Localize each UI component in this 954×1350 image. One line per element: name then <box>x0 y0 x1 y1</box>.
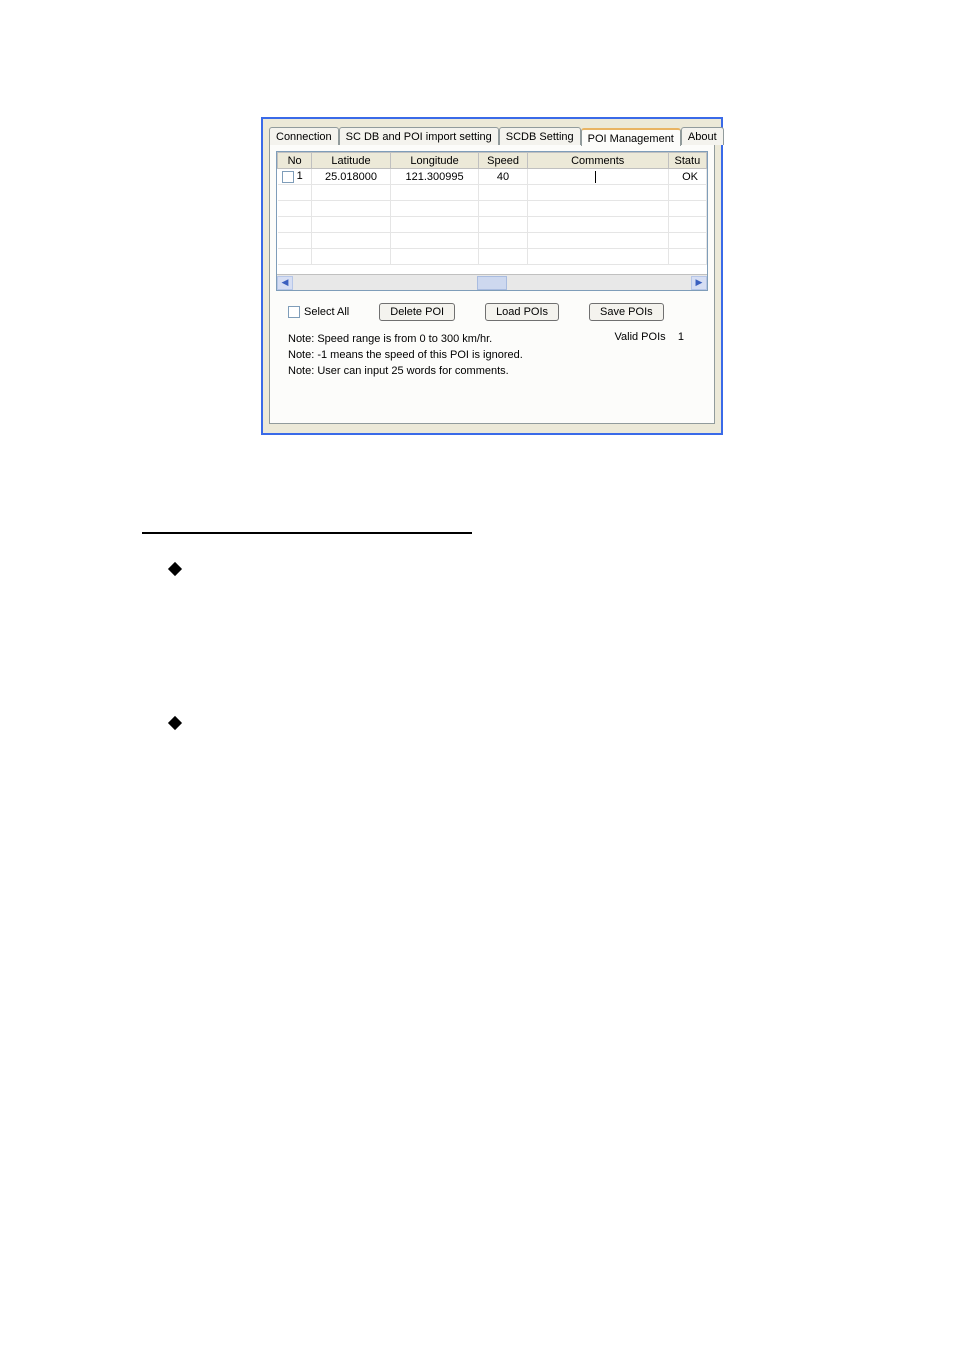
scroll-right-arrow-icon[interactable]: ▶ <box>691 276 707 290</box>
tab-poi-management[interactable]: POI Management <box>581 128 681 146</box>
controls-row: Select All Delete POI Load POIs Save POI… <box>276 303 708 321</box>
poi-table: No Latitude Longitude Speed Comments Sta… <box>277 152 707 265</box>
select-all-label: Select All <box>304 306 349 318</box>
table-row <box>278 233 707 249</box>
valid-pois-label: Valid POIs <box>614 331 665 343</box>
app-window: Connection SC DB and POI import setting … <box>261 117 723 435</box>
cell-speed[interactable]: 40 <box>479 169 527 185</box>
document-heading-underline <box>142 520 472 534</box>
tab-scdb-poi-import[interactable]: SC DB and POI import setting <box>339 127 499 145</box>
horizontal-scrollbar[interactable]: ◀ ▶ <box>277 274 707 290</box>
table-row <box>278 185 707 201</box>
col-latitude[interactable]: Latitude <box>312 153 391 169</box>
cell-no-text: 1 <box>297 170 303 182</box>
bullet-item <box>170 564 762 578</box>
comments-input[interactable] <box>595 171 600 183</box>
valid-pois: Valid POIs 1 <box>614 331 684 343</box>
scroll-left-arrow-icon[interactable]: ◀ <box>277 276 293 290</box>
cell-status: OK <box>668 169 706 185</box>
table-row[interactable]: 1 25.018000 121.300995 40 OK <box>278 169 707 185</box>
tab-panel: No Latitude Longitude Speed Comments Sta… <box>269 144 715 424</box>
cell-no[interactable]: 1 <box>278 169 312 185</box>
table-row <box>278 249 707 265</box>
tab-strip: Connection SC DB and POI import setting … <box>269 125 715 145</box>
tab-connection[interactable]: Connection <box>269 127 339 145</box>
diamond-bullet-icon <box>168 562 182 576</box>
select-all-box[interactable] <box>288 306 300 318</box>
note-comments-length: Note: User can input 25 words for commen… <box>288 363 708 379</box>
col-speed[interactable]: Speed <box>479 153 527 169</box>
diamond-bullet-icon <box>168 716 182 730</box>
note-ignored-speed: Note: -1 means the speed of this POI is … <box>288 347 708 363</box>
load-pois-button[interactable]: Load POIs <box>485 303 559 321</box>
table-header-row: No Latitude Longitude Speed Comments Sta… <box>278 153 707 169</box>
table-row <box>278 217 707 233</box>
cell-comments[interactable] <box>527 169 668 185</box>
select-all-checkbox[interactable]: Select All <box>288 306 349 318</box>
table-row <box>278 201 707 217</box>
save-pois-button[interactable]: Save POIs <box>589 303 664 321</box>
document-section <box>142 520 762 872</box>
poi-grid: No Latitude Longitude Speed Comments Sta… <box>276 151 708 291</box>
col-status[interactable]: Statu <box>668 153 706 169</box>
bullet-item <box>170 718 762 732</box>
col-comments[interactable]: Comments <box>527 153 668 169</box>
row-checkbox[interactable] <box>282 171 294 183</box>
cell-latitude[interactable]: 25.018000 <box>312 169 391 185</box>
scroll-track[interactable] <box>293 276 691 290</box>
tab-scdb-setting[interactable]: SCDB Setting <box>499 127 581 145</box>
tab-about[interactable]: About <box>681 127 724 145</box>
delete-poi-button[interactable]: Delete POI <box>379 303 455 321</box>
col-no[interactable]: No <box>278 153 312 169</box>
scroll-thumb[interactable] <box>477 276 507 290</box>
col-longitude[interactable]: Longitude <box>390 153 479 169</box>
valid-pois-count: 1 <box>678 331 684 343</box>
cell-longitude[interactable]: 121.300995 <box>390 169 479 185</box>
